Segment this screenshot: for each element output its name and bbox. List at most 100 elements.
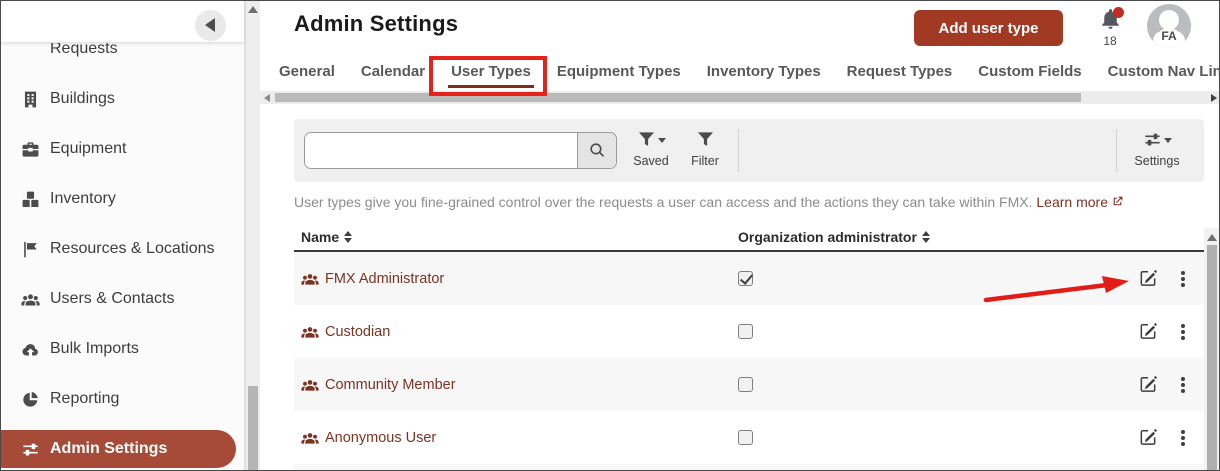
table-row: Anonymous User — [294, 411, 1204, 464]
more-options-button[interactable] — [1176, 375, 1190, 395]
toolbar-divider — [738, 129, 739, 172]
notification-count: 18 — [1103, 34, 1117, 48]
more-options-button[interactable] — [1176, 322, 1190, 342]
table-header: Name Organization administrator — [294, 229, 1204, 252]
tab-label: General — [279, 63, 335, 80]
kebab-icon — [1181, 324, 1185, 328]
app-window: Requests Buildings Equipment Inventory R… — [0, 0, 1220, 471]
table-row: FMX Administrator — [294, 252, 1204, 305]
settings-label: Settings — [1134, 154, 1180, 168]
name-cell: Custodian — [301, 305, 390, 358]
external-link-icon — [1111, 195, 1124, 208]
sidebar: Requests Buildings Equipment Inventory R… — [1, 1, 245, 470]
sidebar-item[interactable]: Admin Settings — [1, 430, 236, 468]
edit-button[interactable] — [1137, 427, 1159, 449]
kebab-icon — [1181, 271, 1185, 275]
column-header-organization-administrator[interactable]: Organization administrator — [738, 229, 930, 245]
name-cell: FMX Administrator — [301, 252, 444, 305]
scroll-left-arrow-icon[interactable] — [264, 94, 270, 102]
vertical-scrollbar-thumb[interactable] — [1207, 245, 1217, 470]
org-admin-checkbox[interactable] — [738, 324, 753, 339]
sidebar-item-label: Reporting — [50, 390, 120, 407]
tab[interactable]: Equipment Types — [557, 59, 681, 90]
user-type-link[interactable]: Anonymous User — [325, 430, 436, 446]
org-admin-checkbox[interactable] — [738, 271, 753, 286]
search-input[interactable] — [305, 133, 577, 168]
sliders-icon — [21, 440, 40, 459]
tab[interactable]: Calendar — [361, 59, 425, 90]
org-admin-checkbox[interactable] — [738, 430, 753, 445]
learn-more-link[interactable]: Learn more — [1036, 194, 1108, 210]
horizontal-scrollbar[interactable] — [260, 91, 1219, 104]
search-box — [304, 132, 617, 169]
table-row — [294, 464, 1204, 470]
sidebar-collapse-button[interactable] — [195, 10, 226, 41]
avatar-initials: FA — [1158, 29, 1180, 43]
notification-dot — [1113, 7, 1124, 18]
edit-icon — [1138, 268, 1158, 288]
saved-filters-button[interactable]: Saved — [621, 130, 681, 168]
column-header-name[interactable]: Name — [301, 229, 353, 245]
sidebar-item[interactable]: Inventory — [1, 174, 245, 224]
tab[interactable]: General — [279, 59, 335, 90]
scroll-right-arrow-icon[interactable] — [1211, 94, 1217, 102]
user-type-link[interactable]: Custodian — [325, 324, 390, 340]
scroll-up-arrow-icon[interactable] — [1207, 234, 1217, 241]
description-text: User types give you fine-grained control… — [294, 194, 1124, 210]
more-options-button[interactable] — [1176, 428, 1190, 448]
edit-button[interactable] — [1137, 374, 1159, 396]
edit-icon — [1138, 427, 1158, 447]
user-type-link[interactable]: Community Member — [325, 377, 456, 393]
more-options-button[interactable] — [1176, 269, 1190, 289]
edit-icon — [1138, 374, 1158, 394]
notifications-button[interactable]: 18 — [1093, 7, 1127, 48]
filter-label: Filter — [691, 154, 719, 168]
horizontal-scrollbar-thumb[interactable] — [275, 93, 1081, 102]
sidebar-scrollbar-thumb[interactable] — [248, 386, 258, 470]
org-admin-checkbox[interactable] — [738, 377, 753, 392]
add-user-type-button[interactable]: Add user type — [914, 10, 1063, 46]
sidebar-item-label: Inventory — [50, 190, 116, 207]
table-settings-button[interactable]: Settings — [1127, 130, 1187, 168]
edit-button[interactable] — [1137, 268, 1159, 290]
sidebar-item-label: Resources & Locations — [50, 240, 215, 257]
tab[interactable]: User Types — [448, 59, 534, 90]
flag-icon — [21, 240, 40, 259]
tab[interactable]: Custom Nav Links — [1108, 59, 1219, 90]
sidebar-item[interactable]: Equipment — [1, 124, 245, 174]
name-cell: Community Member — [301, 358, 456, 411]
pie-chart-icon — [21, 390, 40, 409]
search-button[interactable] — [577, 133, 616, 168]
users-icon — [301, 376, 319, 394]
building-icon — [21, 90, 40, 109]
sidebar-item[interactable]: Users & Contacts — [1, 274, 245, 324]
saved-label: Saved — [633, 154, 669, 168]
name-cell: Anonymous User — [301, 411, 436, 464]
tab-label: User Types — [451, 63, 531, 80]
sidebar-item-label: Admin Settings — [50, 440, 168, 457]
filter-button[interactable]: Filter — [675, 130, 735, 168]
cloud-upload-icon — [21, 340, 40, 359]
table-vertical-scrollbar[interactable] — [1204, 228, 1219, 470]
user-type-link[interactable]: FMX Administrator — [325, 271, 444, 287]
tab[interactable]: Custom Fields — [978, 59, 1081, 90]
table-row: Custodian — [294, 305, 1204, 358]
tab[interactable]: Request Types — [847, 59, 953, 90]
tab[interactable]: Inventory Types — [707, 59, 821, 90]
sidebar-item[interactable]: Bulk Imports — [1, 324, 245, 374]
funnel-icon — [637, 130, 656, 149]
sidebar-item[interactable]: Reporting — [1, 374, 245, 424]
sidebar-scrollbar[interactable] — [245, 1, 260, 470]
sidebar-item[interactable]: Resources & Locations — [1, 224, 245, 274]
toolbar-divider — [1116, 129, 1117, 172]
table-toolbar: Saved Filter Settings — [294, 119, 1204, 182]
sidebar-item[interactable]: Buildings — [1, 74, 245, 124]
inventory-boxes-icon — [21, 190, 40, 209]
table-row: Community Member — [294, 358, 1204, 411]
caret-down-icon — [657, 138, 666, 143]
edit-button[interactable] — [1137, 321, 1159, 343]
scroll-up-arrow-icon[interactable] — [248, 6, 258, 13]
user-avatar[interactable]: FA — [1147, 4, 1191, 48]
user-types-table: FMX Administrator Custodian Community Me… — [294, 252, 1204, 464]
sort-icon — [921, 231, 930, 243]
